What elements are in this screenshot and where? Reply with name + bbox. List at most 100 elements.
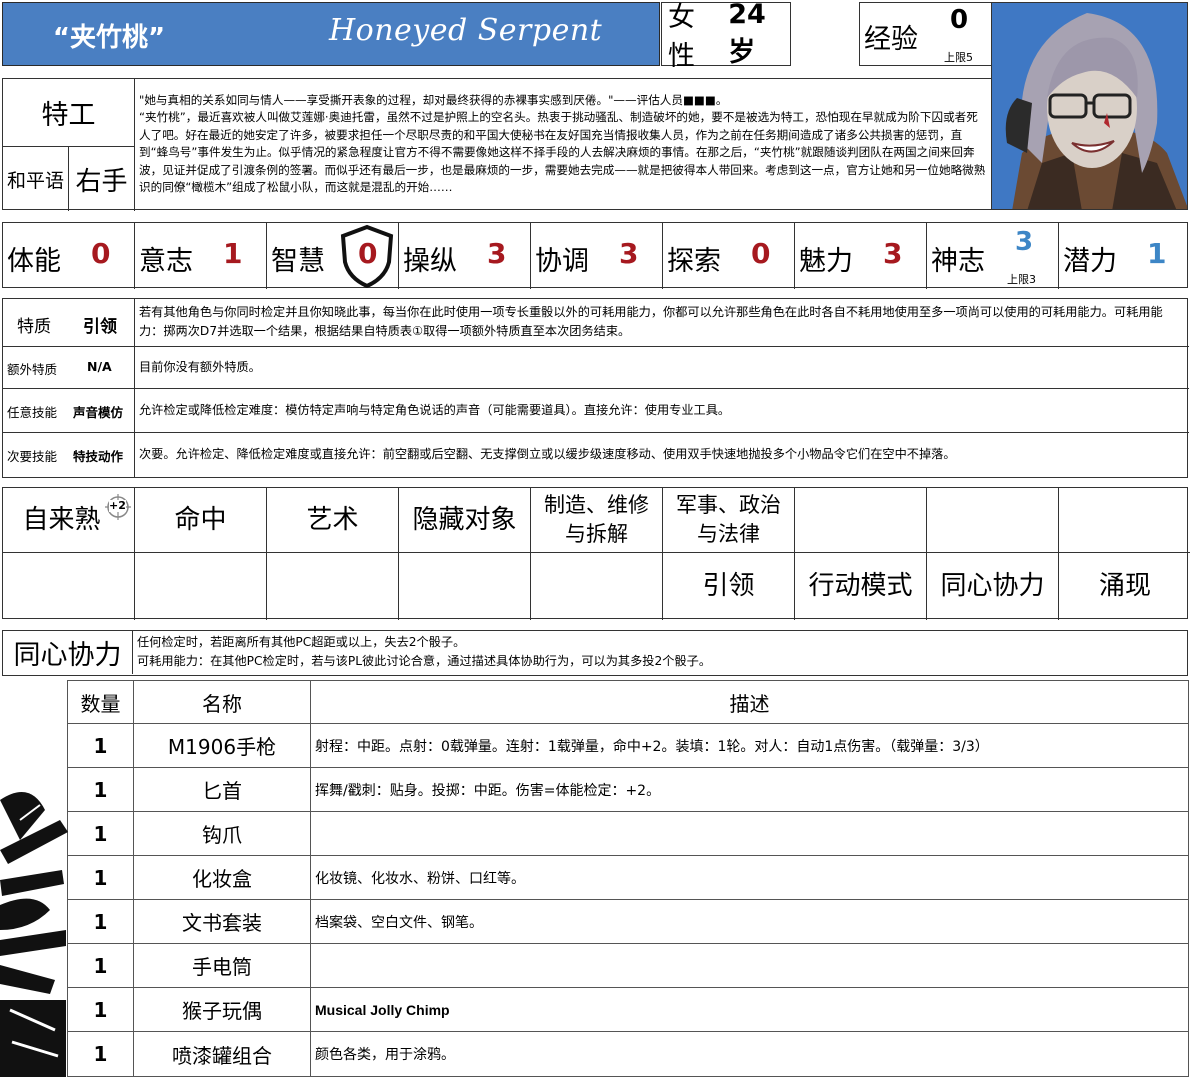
codename: “夹竹桃” [52,22,166,53]
item-name-cell: 手电筒 [134,944,311,988]
skill-cell [531,553,663,620]
items-header-1: 名称 [134,680,311,724]
trait-description: 次要。允许检定、降低检定难度或直接允许：前空翻或后空翻、无支撑倒立或以缓步级速度… [139,447,956,461]
stat-1: 意志 1 [135,223,267,289]
skill-cell [1059,488,1190,553]
trait-row: 任意技能 声音模仿 允许检定或降低检定难度：模仿特定声响与特定角色说话的声音（可能需… [3,389,1189,433]
handedness: 右手 [69,147,135,211]
stat-cap: 上限3 [1007,273,1036,286]
trait-description: 允许检定或降低检定难度：模仿特定声响与特定角色说话的声音（可能需要道具）。直接允… [139,403,731,417]
item-desc-cell: Musical Jolly Chimp [311,988,1189,1032]
trait-label-cell: 额外特质 N/A [3,347,135,388]
item-desc: Musical Jolly Chimp [315,1001,450,1018]
stat-label: 体能 [7,246,61,277]
skill-cell: 军事、政治 与法律 [663,488,795,553]
item-desc-cell: 颜色各类，用于涂鸦。 [311,1032,1189,1077]
item-desc-cell: 档案袋、空白文件、钢笔。 [311,900,1189,944]
trait-row: 次要技能 特技动作 次要。允许检定、降低检定难度或直接允许：前空翻或后空翻、无支撑倒… [3,433,1189,477]
stat-label: 潜力 [1063,246,1117,277]
traits-table: 特质 引领 若有其他角色与你同时检定并且你知晓此事，每当你在此时使用一项专长重骰以外… [2,298,1189,478]
item-qty: 1 [93,865,108,890]
age: 24岁 [728,0,766,68]
item-qty: 1 [93,777,108,802]
item-qty-cell: 1 [68,768,134,812]
skill-label: 军事、政治 与法律 [676,493,781,546]
item-desc: 挥舞/戳刺：贴身。投掷：中距。伤害=体能检定：+2。 [315,782,661,799]
skill-label: 命中 [174,504,227,535]
experience-value: 0 [950,5,969,35]
stat-label: 智慧 [271,246,325,277]
item-name-cell: 文书套装 [134,900,311,944]
items-header-label: 描述 [729,691,770,716]
stat-value: 0 [751,237,771,270]
trait-type: 特质 [17,317,51,337]
items-header-0: 数量 [68,680,134,724]
item-name: 猴子玩偶 [182,999,262,1023]
skill-cell: 同心协力 [927,553,1059,620]
experience-cap: 上限5 [944,51,973,64]
item-name-cell: 钩爪 [134,812,311,856]
item-qty-cell: 1 [68,944,134,988]
item-qty: 1 [93,997,108,1022]
items-header-label: 数量 [80,691,121,716]
stat-5: 探索 0 [663,223,795,289]
english-codename: Honeyed Serpent [329,13,603,48]
skills-grid: 自来熟 +2 命中 艺术 隐藏对象 制造、维修 与拆解 军事、政治 与法律 引领 行动模式 同心协… [2,487,1190,620]
item-name-cell: 猴子玩偶 [134,988,311,1032]
stat-value: 3 [487,237,507,270]
trait-name: N/A [87,359,112,374]
character-portrait [991,2,1188,210]
item-desc: 颜色各类，用于涂鸦。 [315,1047,455,1063]
trait-row: 特质 引领 若有其他角色与你同时检定并且你知晓此事，每当你在此时使用一项专长重骰以外… [3,299,1189,347]
trait-type: 任意技能 [7,405,58,420]
skill-cell: 自来熟 +2 [3,488,135,553]
item-qty-cell: 1 [68,812,134,856]
stat-value: 0 [358,237,378,270]
skill-cell [795,488,927,553]
makeup-brushes-decoration [0,780,70,1077]
item-qty: 1 [93,733,108,758]
rule-line-1: 任何检定时，若距离所有其他PC超距或以上，失去2个骰子。 [137,635,466,649]
experience-box: 经验 0 上限5 [859,2,992,66]
skill-cell [3,553,135,620]
trait-name: 引领 [83,317,117,337]
item-name-cell: 喷漆罐组合 [134,1032,311,1077]
stat-6: 魅力 3 [795,223,927,289]
trait-description: 目前你没有额外特质。 [139,360,261,374]
items-header-label: 名称 [202,691,242,716]
item-desc: 化妆镜、化妆水、粉饼、口红等。 [315,870,525,887]
stat-value: 3 [619,237,639,270]
trait-label-cell: 次要技能 特技动作 [3,433,135,477]
role-title: 特工 [3,79,135,147]
rule-box: 同心协力 任何检定时，若距离所有其他PC超距或以上，失去2个骰子。 可耗用能力：… [2,630,1188,676]
sex: 女性 [668,2,695,72]
item-name: 化妆盒 [192,867,252,891]
skill-label: 同心协力 [940,571,1045,601]
stat-value: 1 [1147,237,1167,270]
item-name: 喷漆罐组合 [172,1043,272,1068]
stat-label: 意志 [139,246,193,277]
stat-value: 3 [1015,227,1034,257]
item-name: M1906手枪 [167,735,277,759]
skill-cell [399,553,531,620]
item-desc-cell [311,812,1189,856]
item-desc: 射程：中距。点射：0载弹量。连射：1载弹量，命中+2。装填：1轮。对人：自动1点… [315,738,989,755]
brushes-icon [0,792,68,1077]
trait-type: 额外特质 [7,362,58,377]
stat-label: 神志 [931,246,985,277]
stat-3: 操纵 3 [399,223,531,289]
rule-description: 任何检定时，若距离所有其他PC超距或以上，失去2个骰子。 可耗用能力：在其他PC… [137,633,711,671]
item-name: 文书套装 [182,911,262,935]
item-name-cell: 匕首 [134,768,311,812]
skill-label: 行动模式 [808,571,913,601]
stat-8: 潜力 1 [1059,223,1190,289]
stat-label: 魅力 [799,246,853,277]
stat-value: 3 [883,237,903,270]
skill-cell: 涌现 [1059,553,1190,620]
item-name-cell: M1906手枪 [134,724,311,768]
stat-4: 协调 3 [531,223,663,289]
item-name-cell: 化妆盒 [134,856,311,900]
item-desc-cell [311,944,1189,988]
trait-name: 特技动作 [73,449,124,464]
trait-label-cell: 任意技能 声音模仿 [3,389,135,432]
